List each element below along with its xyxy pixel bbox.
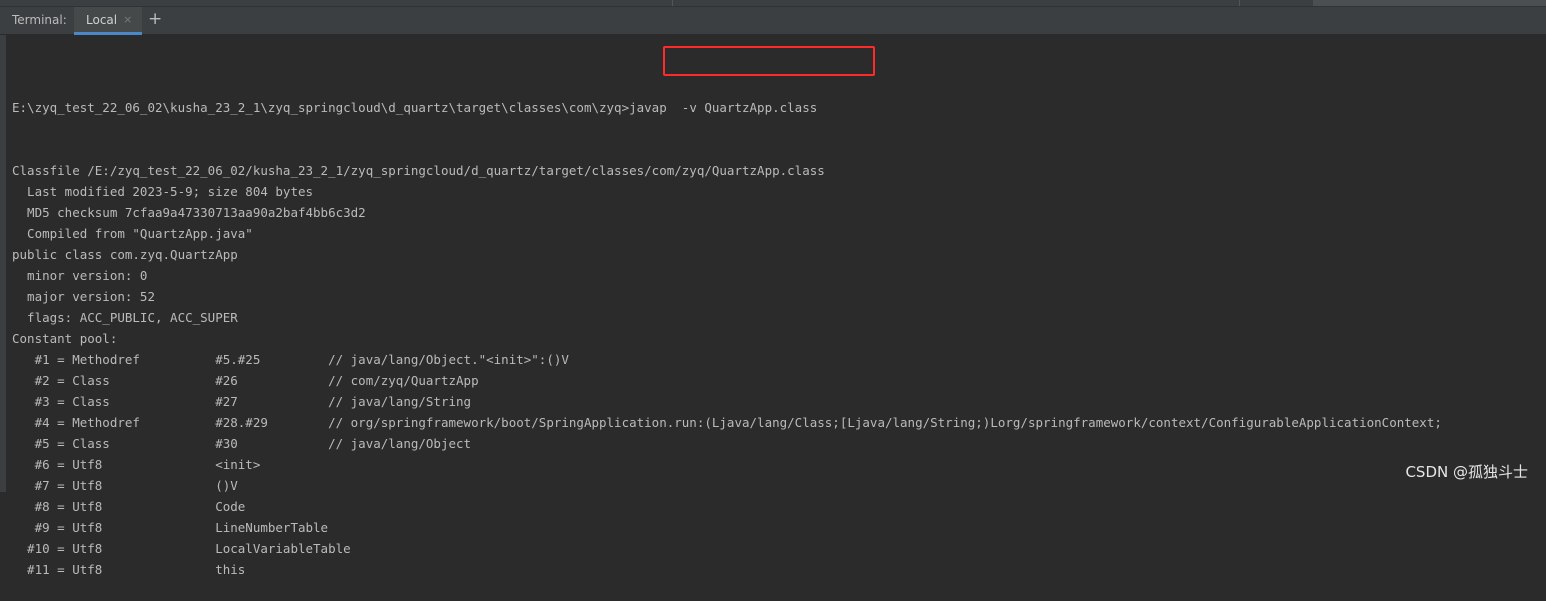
prompt-line: E:\zyq_test_22_06_02\kusha_23_2_1\zyq_sp…	[12, 97, 1546, 118]
output-line: #8 = Utf8 Code	[12, 499, 246, 514]
output-line: #5 = Class #30 // java/lang/Object	[12, 436, 472, 451]
top-toolbar-strip	[0, 0, 1546, 7]
terminal-output[interactable]: E:\zyq_test_22_06_02\kusha_23_2_1\zyq_sp…	[12, 55, 1546, 601]
output-line: #6 = Utf8 <init>	[12, 457, 261, 472]
output-line: #2 = Class #26 // com/zyq/QuartzApp	[12, 373, 479, 388]
output-line: #4 = Methodref #28.#29 // org/springfram…	[12, 415, 1442, 430]
output-line: #10 = Utf8 LocalVariableTable	[12, 541, 351, 556]
left-tool-strip	[0, 35, 6, 492]
add-tab-icon[interactable]: +	[148, 9, 162, 29]
output-line: Last modified 2023-5-9; size 804 bytes	[12, 184, 314, 199]
output-line: Classfile /E:/zyq_test_22_06_02/kusha_23…	[12, 163, 825, 178]
prompt-path: E:\zyq_test_22_06_02\kusha_23_2_1\zyq_sp…	[12, 100, 630, 115]
output-line: #7 = Utf8 ()V	[12, 478, 238, 493]
output-line: public class com.zyq.QuartzApp	[12, 247, 238, 262]
terminal-label: Terminal:	[12, 13, 67, 27]
output-line: major version: 52	[12, 289, 155, 304]
terminal-tab-bar: Terminal: Local × +	[0, 7, 1546, 35]
output-line: minor version: 0	[12, 268, 148, 283]
output-line: MD5 checksum 7cfaa9a47330713aa90a2baf4bb…	[12, 205, 366, 220]
output-line: #1 = Methodref #5.#25 // java/lang/Objec…	[12, 352, 569, 367]
output-line: #3 = Class #27 // java/lang/String	[12, 394, 472, 409]
output-line: flags: ACC_PUBLIC, ACC_SUPER	[12, 310, 238, 325]
output-line: Constant pool:	[12, 331, 118, 346]
output-line: #9 = Utf8 LineNumberTable	[12, 520, 329, 535]
command-text: javap -v QuartzApp.class	[629, 100, 818, 115]
command-highlight-box	[663, 46, 875, 76]
tab-local-label: Local	[86, 12, 118, 27]
output-line: #11 = Utf8 this	[12, 562, 246, 577]
close-icon[interactable]: ×	[123, 13, 132, 26]
output-line: Compiled from "QuartzApp.java"	[12, 226, 253, 241]
watermark: CSDN @孤独斗士	[1405, 463, 1528, 481]
tab-local[interactable]: Local ×	[74, 7, 143, 35]
output-lines: Classfile /E:/zyq_test_22_06_02/kusha_23…	[12, 160, 1546, 580]
